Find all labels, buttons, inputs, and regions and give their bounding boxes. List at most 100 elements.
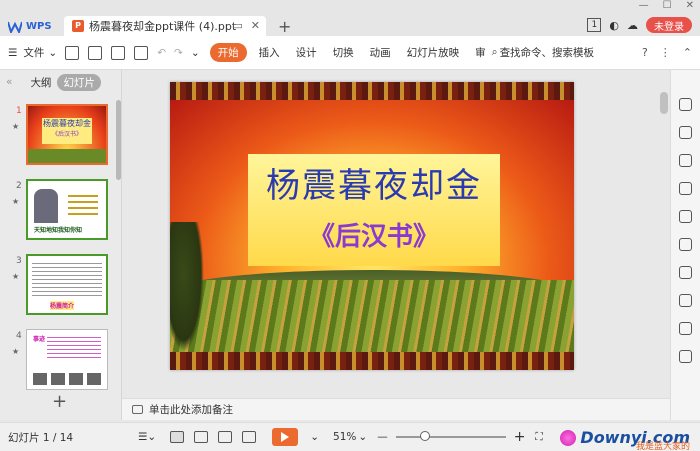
- play-options-chevron-icon[interactable]: ⌄: [310, 431, 319, 443]
- backup-icon[interactable]: [679, 350, 692, 363]
- tab-outline[interactable]: 大纲: [30, 75, 51, 90]
- add-slide-button[interactable]: +: [52, 391, 67, 412]
- tab-transition[interactable]: 切换: [333, 45, 354, 60]
- slide-thumb-row[interactable]: 1 ★ 杨震暮夜却金 《后汉书》: [0, 100, 122, 175]
- thumbnail-scrollbar[interactable]: [116, 100, 121, 180]
- command-search[interactable]: ⌕ 查找命令、搜索模板: [492, 45, 594, 60]
- menu-bar: ☰ 文件 ⌄ ↶ ↷ ⌄ 开始 插入 设计 切换 动画 幻灯片放映 审 ⌕ 查找…: [0, 36, 700, 70]
- current-slide[interactable]: 杨震暮夜却金 《后汉书》: [170, 82, 574, 370]
- status-bar: 幻灯片 1 / 14 ☰⌄ ⌄ 51% ⌄ — + ⛶ Downyi.com 我…: [0, 422, 700, 451]
- thumb-text-block: [32, 260, 102, 298]
- play-slideshow-button[interactable]: [272, 428, 299, 446]
- zoom-slider[interactable]: [395, 431, 506, 441]
- thumb-images: [33, 373, 101, 385]
- tab-design[interactable]: 设计: [296, 45, 317, 60]
- notes-bar[interactable]: 单击此处添加备注: [122, 398, 670, 420]
- zoom-in-icon[interactable]: +: [514, 429, 526, 445]
- cloud-icon[interactable]: ☁: [627, 19, 638, 32]
- adjust-icon[interactable]: [679, 182, 692, 195]
- zoom-out-icon[interactable]: —: [377, 431, 388, 443]
- zoom-chevron-icon[interactable]: ⌄: [358, 431, 367, 443]
- image-icon[interactable]: [679, 322, 692, 335]
- fit-window-icon[interactable]: ⛶: [535, 431, 542, 444]
- normal-view-icon[interactable]: [170, 431, 185, 443]
- document-tab[interactable]: P 杨震暮夜却金ppt课件 (4).ppt ▭ ✕: [64, 16, 266, 36]
- presenter-view-icon[interactable]: [242, 431, 257, 443]
- tab-window-icon[interactable]: ▭: [232, 19, 242, 32]
- tab-insert[interactable]: 插入: [259, 45, 280, 60]
- slide-panel: « 大纲 幻灯片 1 ★ 杨震暮夜却金 《后汉书》 2 ★ 天知地知我知你知 3…: [0, 70, 122, 420]
- wps-home-tab[interactable]: WPS: [0, 17, 62, 36]
- thumb-title: 杨震暮夜却金: [43, 119, 91, 128]
- menu-list-icon[interactable]: ☰⌄: [138, 431, 156, 443]
- print-preview-icon[interactable]: [134, 45, 149, 60]
- minimize-icon[interactable]: —: [639, 0, 649, 11]
- app-name: WPS: [26, 21, 52, 32]
- thumb-figure: [34, 189, 58, 223]
- quick-access-chevron-icon[interactable]: ⌄: [191, 47, 200, 59]
- thumb-text-block: [68, 191, 98, 219]
- sorter-view-icon[interactable]: [194, 431, 209, 443]
- wps-logo-icon: [8, 21, 22, 33]
- thumb-subtitle: 《后汉书》: [51, 131, 82, 138]
- login-button[interactable]: 未登录: [646, 17, 692, 33]
- canvas-scrollbar[interactable]: [660, 92, 668, 114]
- star-icon[interactable]: [679, 238, 692, 251]
- help-icon[interactable]: ?: [642, 46, 648, 59]
- workspace-badge[interactable]: 1: [587, 18, 602, 32]
- maximize-icon[interactable]: ☐: [663, 0, 672, 11]
- new-tab-button[interactable]: +: [278, 17, 291, 36]
- ppt-file-icon: P: [72, 20, 84, 32]
- close-window-icon[interactable]: ✕: [686, 0, 694, 11]
- slide-thumb-row[interactable]: 2 ★ 天知地知我知你知: [0, 175, 122, 250]
- notes-placeholder[interactable]: 单击此处添加备注: [149, 402, 233, 417]
- hamburger-icon[interactable]: ☰: [8, 47, 17, 59]
- share-icon[interactable]: [679, 294, 692, 307]
- right-toolbar: [670, 70, 700, 420]
- property-icon[interactable]: [679, 98, 692, 111]
- slide-number: 1: [16, 106, 22, 116]
- animation-star-icon: ★: [12, 272, 20, 281]
- collapse-ribbon-icon[interactable]: ⌃: [683, 46, 692, 59]
- undo-icon[interactable]: ↶: [157, 47, 166, 59]
- command-search-label: 查找命令、搜索模板: [499, 47, 595, 59]
- slide-subtitle[interactable]: 《后汉书》: [248, 216, 500, 253]
- export-icon[interactable]: [88, 45, 103, 60]
- zoom-slider-thumb[interactable]: [419, 431, 430, 441]
- print-icon[interactable]: [111, 45, 126, 60]
- tab-animation[interactable]: 动画: [370, 45, 391, 60]
- redo-icon[interactable]: ↷: [174, 47, 183, 59]
- close-tab-icon[interactable]: ✕: [251, 19, 260, 32]
- slide-thumb-row[interactable]: 4 ★ 事迹: [0, 325, 122, 392]
- slide-title[interactable]: 杨震暮夜却金: [248, 158, 500, 207]
- slide-thumbnail[interactable]: 天知地知我知你知: [26, 179, 108, 240]
- title-bar: — ☐ ✕ WPS P 杨震暮夜却金ppt课件 (4).ppt ▭ ✕ + 1 …: [0, 0, 700, 36]
- collapse-panel-icon[interactable]: «: [6, 76, 12, 88]
- tree: [170, 222, 204, 352]
- tab-slideshow[interactable]: 幻灯片放映: [407, 45, 460, 60]
- window-controls: — ☐ ✕: [639, 0, 694, 11]
- shape-icon[interactable]: [679, 154, 692, 167]
- skin-icon[interactable]: ◐: [609, 19, 619, 32]
- box-icon[interactable]: [679, 266, 692, 279]
- slide-thumbnail[interactable]: 杨震暮夜却金 《后汉书》: [26, 104, 108, 165]
- reading-view-icon[interactable]: [218, 431, 233, 443]
- watermark-subtext: 我是蓝大家的: [635, 442, 690, 451]
- save-icon[interactable]: [65, 45, 80, 60]
- more-icon[interactable]: ⋮: [660, 46, 671, 59]
- title-box[interactable]: 杨震暮夜却金 《后汉书》: [248, 154, 500, 266]
- animation-icon[interactable]: [679, 126, 692, 139]
- notes-icon: [132, 405, 143, 414]
- slide-thumbnail[interactable]: 杨震简介: [26, 254, 108, 315]
- zoom-level[interactable]: 51%: [333, 431, 356, 443]
- slide-thumbnails: 1 ★ 杨震暮夜却金 《后汉书》 2 ★ 天知地知我知你知 3 ★ 杨震简介 4…: [0, 100, 122, 392]
- slide-thumb-row[interactable]: 3 ★ 杨震简介: [0, 250, 122, 325]
- file-menu[interactable]: 文件: [23, 45, 44, 60]
- slide-thumbnail[interactable]: 事迹: [26, 329, 108, 390]
- tab-home[interactable]: 开始: [209, 43, 247, 62]
- chevron-down-icon[interactable]: ⌄: [48, 47, 57, 59]
- layout-icon[interactable]: [679, 210, 692, 223]
- tab-review[interactable]: 审: [475, 45, 486, 60]
- animation-star-icon: ★: [12, 122, 20, 131]
- tab-slides[interactable]: 幻灯片: [57, 73, 101, 91]
